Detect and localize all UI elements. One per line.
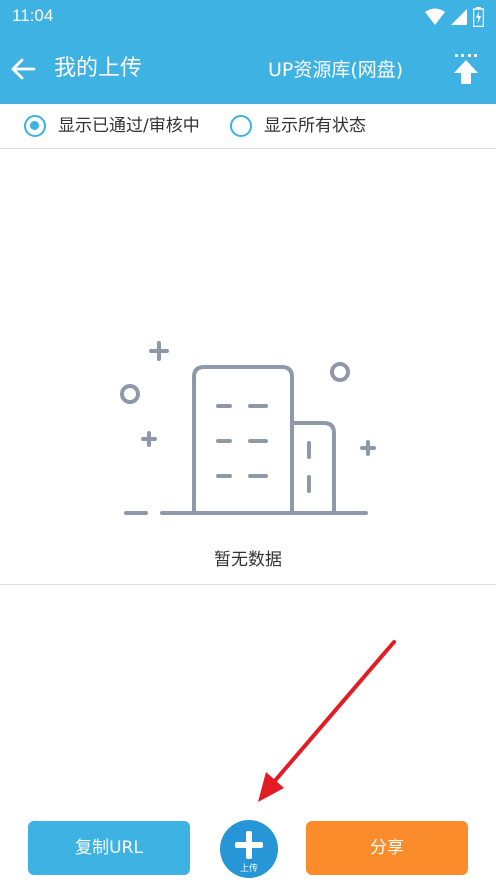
upload-fab-label: 上传 [239,864,258,874]
empty-building-icon [120,341,376,515]
status-time: 11:04 [12,6,54,25]
wifi-icon [425,8,445,25]
radio-selected-dot [30,121,39,130]
signal-icon [451,9,467,25]
back-arrow-icon[interactable] [8,54,38,84]
upload-fab-button[interactable]: 上传 [220,820,278,878]
upload-icon[interactable] [450,52,482,86]
plus-icon-bar [235,842,263,848]
filter-bar: 显示已通过/审核中 显示所有状态 [0,104,496,149]
battery-icon [473,7,484,27]
radio-show-passed-label[interactable]: 显示已通过/审核中 [58,115,200,137]
share-button[interactable]: 分享 [306,821,468,875]
radio-show-all[interactable] [230,115,252,137]
status-bar: 11:04 [0,0,496,34]
empty-message: 暂无数据 [214,550,282,570]
copy-url-button[interactable]: 复制URL [28,821,190,875]
status-icons [425,7,484,27]
page-title: 我的上传 [54,56,143,81]
radio-show-passed[interactable] [24,115,46,137]
radio-show-all-label[interactable]: 显示所有状态 [264,115,366,137]
app-bar: 我的上传 UP资源库(网盘) [0,34,496,104]
resource-library-link[interactable]: UP资源库(网盘) [268,56,403,84]
